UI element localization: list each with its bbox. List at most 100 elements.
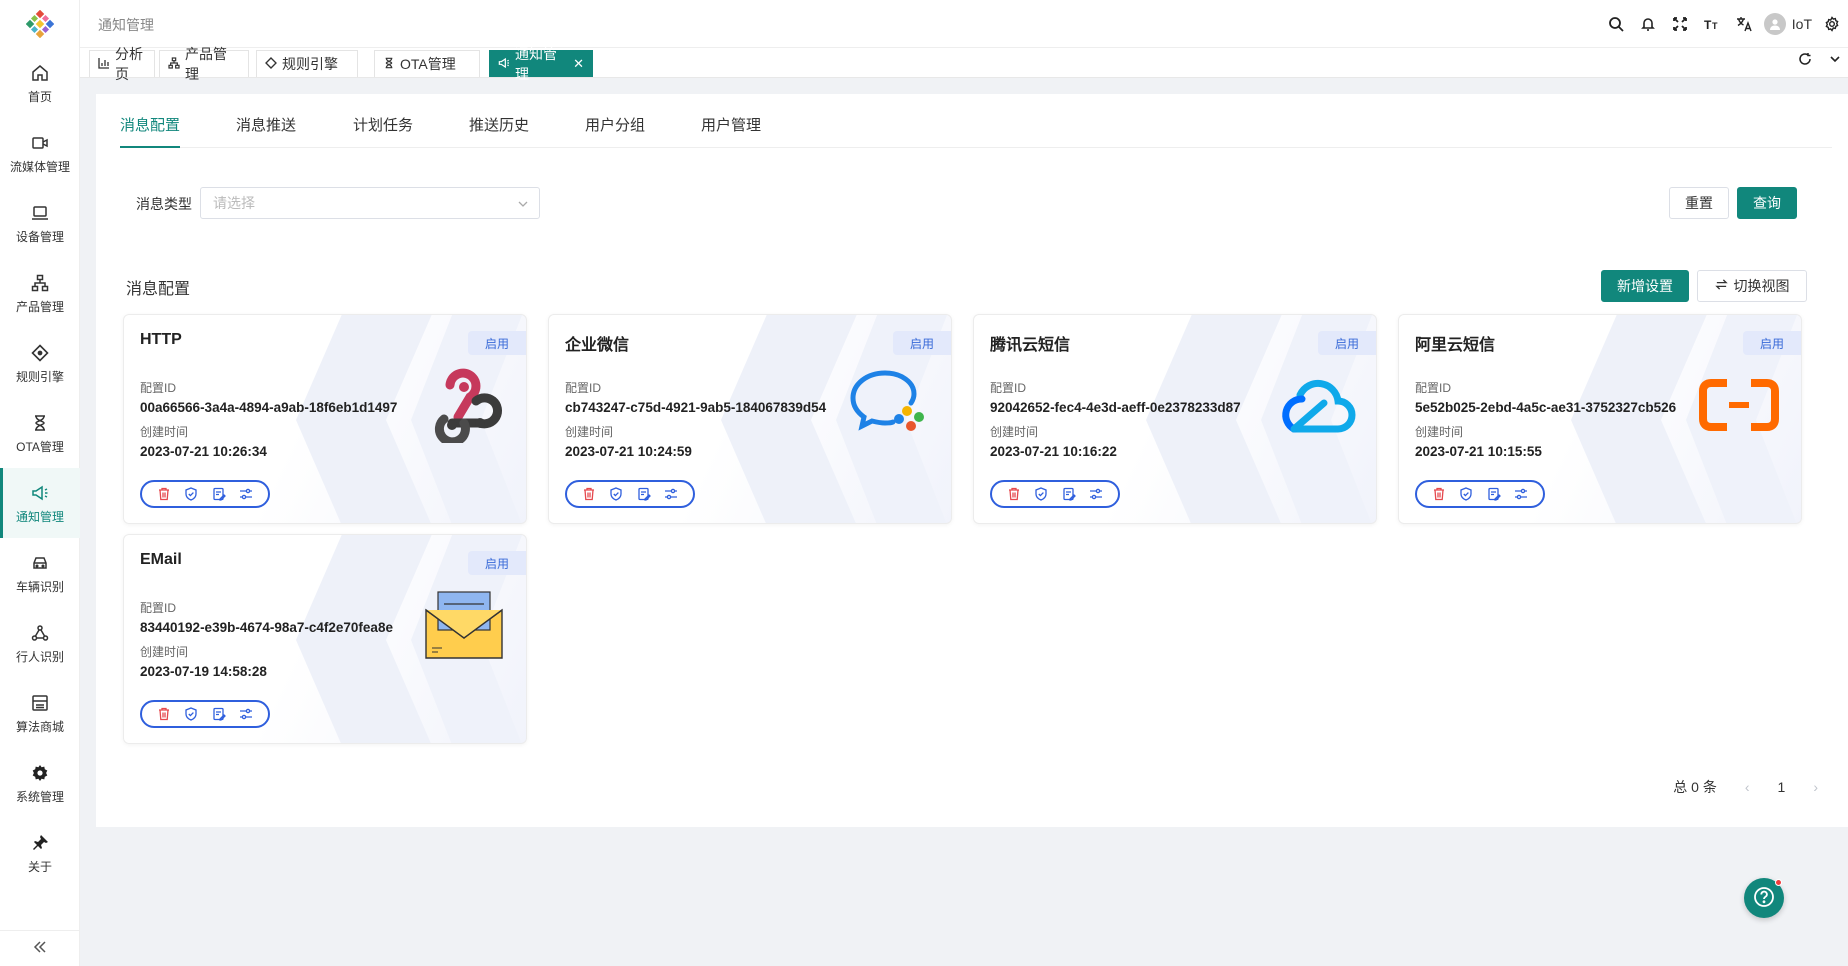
top-header: 通知管理 TT IoT bbox=[80, 0, 1848, 48]
tabs-controls bbox=[1798, 52, 1842, 69]
fullscreen-icon[interactable] bbox=[1664, 8, 1696, 40]
sidebar-item-system[interactable]: 系统管理 bbox=[0, 748, 80, 818]
breadcrumb: 通知管理 bbox=[98, 17, 154, 33]
status-badge: 启用 bbox=[468, 551, 526, 575]
config-card-wecom[interactable]: 企业微信 启用 配置ID cb743247-c75d-4921-9ab5-184… bbox=[548, 314, 952, 524]
reset-button[interactable]: 重置 bbox=[1669, 187, 1729, 219]
section-title: 消息配置 bbox=[126, 281, 191, 298]
hierarchy-icon bbox=[29, 272, 51, 294]
tab-notifications[interactable]: 通知管理 ✕ bbox=[489, 46, 593, 82]
sidebar-item-algorithm-store[interactable]: 算法商城 bbox=[0, 678, 80, 748]
tab-rules[interactable]: 规则引擎 bbox=[256, 50, 358, 77]
sidebar-item-notifications[interactable]: 通知管理 bbox=[0, 468, 80, 538]
hourglass-icon bbox=[383, 56, 395, 72]
gear-icon bbox=[29, 762, 51, 784]
subtabs: 消息配置 消息推送 计划任务 推送历史 用户分组 用户管理 bbox=[120, 94, 1832, 148]
subtab-message-config[interactable]: 消息配置 bbox=[120, 114, 181, 148]
sidebar-item-devices[interactable]: 设备管理 bbox=[0, 188, 80, 258]
config-card-http[interactable]: HTTP 启用 配置ID 00a66566-3a4a-4894-a9ab-18f… bbox=[123, 314, 527, 524]
status-badge: 启用 bbox=[468, 331, 526, 355]
sliders-icon[interactable] bbox=[662, 485, 680, 503]
subtab-message-push[interactable]: 消息推送 bbox=[236, 114, 296, 148]
subtab-push-history[interactable]: 推送历史 bbox=[469, 114, 529, 148]
nodes-icon bbox=[29, 622, 51, 644]
help-button[interactable] bbox=[1744, 878, 1784, 918]
sidebar-item-vehicle[interactable]: 车辆识别 bbox=[0, 538, 80, 608]
card-title: 阿里云短信 bbox=[1415, 337, 1496, 354]
tencent-cloud-icon bbox=[1272, 363, 1356, 447]
created-time-label: 创建时间 bbox=[1415, 425, 1464, 439]
next-page-icon[interactable]: › bbox=[1813, 779, 1818, 795]
switch-view-button[interactable]: 切换视图 bbox=[1697, 270, 1807, 302]
config-id-label: 配置ID bbox=[140, 601, 177, 615]
current-page[interactable]: 1 bbox=[1778, 779, 1786, 795]
pagination: 总 0 条 ‹ 1 › bbox=[1673, 777, 1818, 797]
chevron-down-icon bbox=[517, 197, 529, 213]
sidebar-item-label: 产品管理 bbox=[15, 299, 64, 314]
bell-icon[interactable] bbox=[1632, 8, 1664, 40]
delete-icon[interactable] bbox=[1005, 485, 1023, 503]
delete-icon[interactable] bbox=[1430, 485, 1448, 503]
collapse-sidebar-button[interactable] bbox=[0, 930, 80, 966]
query-button[interactable]: 查询 bbox=[1737, 187, 1797, 219]
shield-check-icon[interactable] bbox=[182, 485, 200, 503]
sidebar-item-label: 设备管理 bbox=[15, 229, 64, 244]
search-icon[interactable] bbox=[1600, 8, 1632, 40]
card-title: EMail bbox=[140, 551, 182, 568]
tab-products[interactable]: 产品管理 bbox=[159, 46, 249, 82]
shield-check-icon[interactable] bbox=[182, 705, 200, 723]
sidebar-item-products[interactable]: 产品管理 bbox=[0, 258, 80, 328]
subtab-scheduled-tasks[interactable]: 计划任务 bbox=[353, 114, 413, 148]
envelope-icon bbox=[422, 583, 506, 667]
delete-icon[interactable] bbox=[155, 485, 173, 503]
shield-check-icon[interactable] bbox=[1032, 485, 1050, 503]
edit-doc-icon[interactable] bbox=[635, 485, 653, 503]
pagination-total: 总 0 条 bbox=[1673, 779, 1717, 795]
app-logo[interactable] bbox=[0, 0, 79, 48]
config-card-aliyun[interactable]: 阿里云短信 启用 配置ID 5e52b025-2ebd-4a5c-ae31-37… bbox=[1398, 314, 1802, 524]
subtab-user-management[interactable]: 用户管理 bbox=[701, 114, 761, 148]
delete-icon[interactable] bbox=[155, 705, 173, 723]
close-icon[interactable]: ✕ bbox=[573, 56, 584, 72]
shield-check-icon[interactable] bbox=[607, 485, 625, 503]
sidebar-item-label: 行人识别 bbox=[15, 649, 64, 664]
config-card-tencent[interactable]: 腾讯云短信 启用 配置ID 92042652-fec4-4e3d-aeff-0e… bbox=[973, 314, 1377, 524]
refresh-icon[interactable] bbox=[1798, 52, 1812, 69]
hierarchy-icon bbox=[168, 56, 180, 72]
sidebar-item-about[interactable]: 关于 bbox=[0, 818, 80, 888]
subtab-user-groups[interactable]: 用户分组 bbox=[585, 114, 645, 148]
config-id-label: 配置ID bbox=[140, 381, 177, 395]
sidebar-item-home[interactable]: 首页 bbox=[0, 48, 80, 118]
edit-doc-icon[interactable] bbox=[210, 705, 228, 723]
sidebar-item-label: 关于 bbox=[27, 859, 52, 874]
sidebar-item-ota[interactable]: OTA管理 bbox=[0, 398, 80, 468]
sidebar-item-streaming[interactable]: 流媒体管理 bbox=[0, 118, 80, 188]
message-type-select[interactable]: 请选择 bbox=[200, 187, 540, 219]
edit-doc-icon[interactable] bbox=[210, 485, 228, 503]
edit-doc-icon[interactable] bbox=[1485, 485, 1503, 503]
sliders-icon[interactable] bbox=[1087, 485, 1105, 503]
edit-doc-icon[interactable] bbox=[1060, 485, 1078, 503]
delete-icon[interactable] bbox=[580, 485, 598, 503]
sliders-icon[interactable] bbox=[1512, 485, 1530, 503]
sliders-icon[interactable] bbox=[237, 485, 255, 503]
add-setting-button[interactable]: 新增设置 bbox=[1601, 270, 1689, 302]
shield-check-icon[interactable] bbox=[1457, 485, 1475, 503]
font-size-icon[interactable]: TT bbox=[1696, 8, 1728, 40]
tab-ota[interactable]: OTA管理 bbox=[374, 50, 480, 77]
created-time-label: 创建时间 bbox=[565, 425, 614, 439]
hourglass-icon bbox=[29, 412, 51, 434]
prev-page-icon[interactable]: ‹ bbox=[1745, 779, 1750, 795]
tab-analysis[interactable]: 分析页 bbox=[89, 46, 155, 82]
sliders-icon[interactable] bbox=[237, 705, 255, 723]
pin-icon bbox=[29, 832, 51, 854]
sidebar-item-rules[interactable]: 规则引擎 bbox=[0, 328, 80, 398]
chevron-down-icon[interactable] bbox=[1828, 52, 1842, 69]
sidebar-item-pedestrian[interactable]: 行人识别 bbox=[0, 608, 80, 678]
translate-icon[interactable] bbox=[1728, 8, 1760, 40]
config-card-email[interactable]: EMail 启用 配置ID 83440192-e39b-4674-98a7-c4… bbox=[123, 534, 527, 744]
settings-icon[interactable] bbox=[1816, 8, 1848, 40]
config-id-value: 92042652-fec4-4e3d-aeff-0e2378233d87 bbox=[990, 400, 1241, 415]
user-menu[interactable]: IoT bbox=[1760, 13, 1816, 35]
sidebar: 首页 流媒体管理 设备管理 产品管理 规则引擎 OTA管理 通知管理 车辆识别 … bbox=[0, 0, 80, 966]
